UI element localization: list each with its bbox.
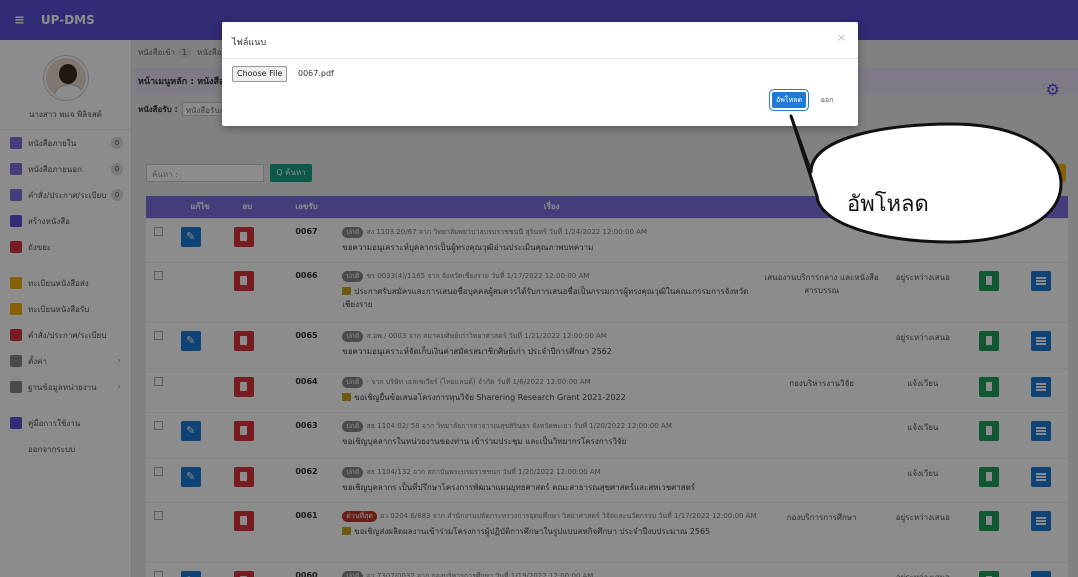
close-icon[interactable]: × — [837, 31, 846, 44]
callout-bubble — [789, 114, 1063, 244]
choose-file-button[interactable]: Choose File — [232, 66, 288, 82]
modal-divider — [222, 58, 858, 59]
selected-file-name: 0067.pdf — [298, 69, 334, 78]
modal-title: ไฟล์แนบ — [232, 38, 267, 48]
callout-text: อัพโหลด — [847, 192, 929, 217]
attachment-modal: ไฟล์แนบ × Choose File 0067.pdf อัพโหลด อ… — [222, 22, 858, 126]
